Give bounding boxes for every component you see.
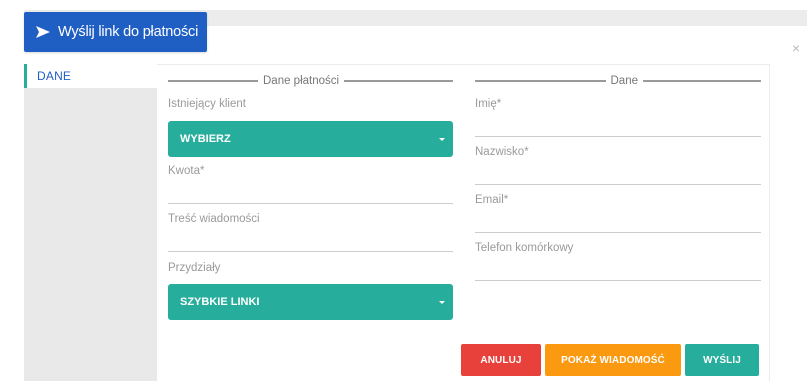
message-label: Treść wiadomości	[168, 213, 260, 225]
payment-section-legend: Dane płatności	[168, 75, 453, 87]
sidebar-item-dane[interactable]: DANE	[24, 64, 157, 88]
send-button-label: WYŚLIJ	[703, 354, 741, 366]
email-label: Email*	[475, 194, 509, 206]
first-name-label: Imię*	[475, 98, 502, 110]
cancel-button-label: ANULUJ	[480, 354, 522, 366]
existing-client-select[interactable]: WYBIERZ	[168, 121, 453, 157]
send-payment-link-label: Wyślij link do płatności	[58, 24, 199, 40]
assignments-value: SZYBKIE LINKI	[180, 296, 260, 308]
assignments-label: Przydziały	[168, 262, 221, 274]
first-name-input[interactable]	[475, 119, 761, 137]
chevron-down-icon	[439, 301, 445, 304]
email-input[interactable]	[475, 215, 761, 233]
last-name-label: Nazwisko*	[475, 146, 529, 158]
show-message-button[interactable]: POKAŻ WIADOMOŚĆ	[545, 344, 681, 376]
chevron-down-icon	[439, 138, 445, 141]
amount-label: Kwota*	[168, 165, 205, 177]
sidebar: DANE	[24, 64, 157, 381]
amount-input[interactable]	[168, 186, 453, 204]
phone-input[interactable]	[475, 263, 761, 281]
existing-client-value: WYBIERZ	[180, 133, 231, 145]
client-section-title: Dane	[610, 75, 639, 87]
assignments-select[interactable]: SZYBKIE LINKI	[168, 284, 453, 320]
send-payment-link-dialog: Wyślij link do płatności × DANE Dane pła…	[0, 0, 807, 381]
message-input[interactable]	[168, 234, 453, 252]
payment-section-title: Dane płatności	[263, 75, 340, 87]
send-button[interactable]: WYŚLIJ	[685, 344, 759, 376]
paper-plane-icon	[36, 26, 50, 38]
last-name-input[interactable]	[475, 167, 761, 185]
close-icon[interactable]: ×	[792, 41, 800, 55]
show-message-button-label: POKAŻ WIADOMOŚĆ	[561, 354, 665, 366]
sidebar-item-label: DANE	[37, 69, 72, 83]
cancel-button[interactable]: ANULUJ	[461, 344, 541, 376]
send-payment-link-button[interactable]: Wyślij link do płatności	[24, 12, 207, 52]
client-section-legend: Dane	[475, 75, 761, 87]
existing-client-label: Istniejący klient	[168, 98, 246, 110]
phone-label: Telefon komórkowy	[475, 242, 574, 254]
